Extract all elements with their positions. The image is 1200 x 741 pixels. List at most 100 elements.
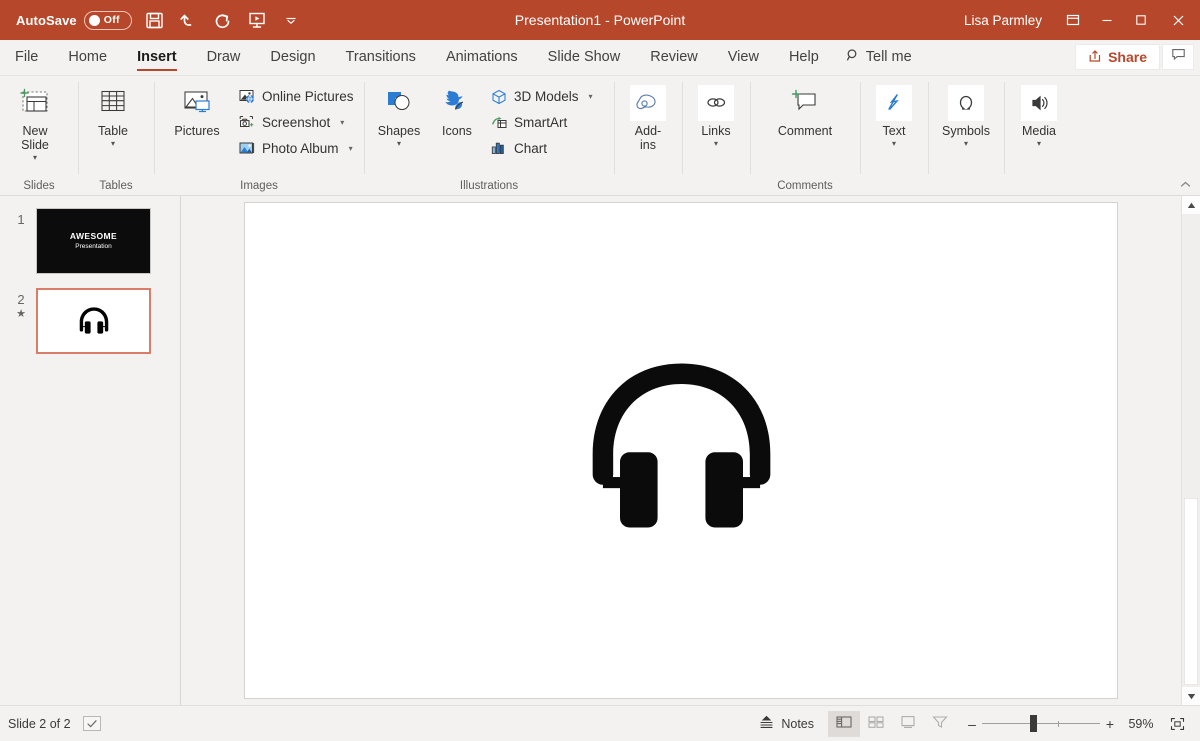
zoom-slider-track [982, 723, 1100, 725]
notes-button[interactable]: Notes [745, 711, 828, 737]
zoom-in-button[interactable]: + [1100, 716, 1120, 732]
text-label: Text [883, 124, 906, 138]
table-button[interactable]: Table ▾ [84, 81, 142, 159]
slide-show-icon [932, 715, 948, 732]
normal-view-button[interactable] [828, 711, 860, 737]
add-ins-button[interactable]: Add- ins [620, 81, 676, 159]
ribbon-group-addins: Add- ins [614, 76, 682, 196]
undo-icon[interactable] [172, 3, 206, 37]
tab-draw[interactable]: Draw [192, 39, 256, 75]
ribbon-group-label-addins [614, 176, 682, 196]
maximize-button[interactable] [1124, 0, 1158, 40]
images-small-buttons: Online Pictures Screensho [234, 81, 358, 161]
add-ins-label-line1: Add- [635, 124, 661, 138]
reading-view-button[interactable] [892, 711, 924, 737]
photo-album-dropdown-icon[interactable]: ▾ [349, 144, 353, 153]
autosave-toggle[interactable]: AutoSave Off [10, 6, 138, 34]
pictures-button[interactable]: Pictures [160, 81, 234, 159]
online-pictures-icon [238, 88, 256, 106]
ribbon-group-slides: New Slide ▾ Slides [0, 76, 78, 196]
tab-animations[interactable]: Animations [431, 39, 533, 75]
slide-indicator[interactable]: Slide 2 of 2 [8, 717, 71, 731]
add-ins-icon [630, 85, 666, 121]
chart-button[interactable]: Chart [486, 136, 597, 161]
customize-quick-access-toolbar-icon[interactable] [274, 3, 308, 37]
scrollbar-track[interactable] [1182, 214, 1200, 687]
screenshot-dropdown-icon[interactable]: ▾ [340, 118, 344, 127]
photo-album-icon [238, 140, 256, 158]
ribbon-group-links: Links ▾ [682, 76, 750, 196]
accessibility-checker-icon[interactable] [83, 716, 101, 731]
thumbnail-slide-1[interactable]: AWESOME Presentation [36, 208, 151, 274]
share-button[interactable]: Share [1075, 44, 1160, 70]
zoom-out-button[interactable]: – [962, 716, 982, 732]
redo-icon[interactable] [206, 3, 240, 37]
smartart-label: SmartArt [514, 115, 567, 130]
tab-view[interactable]: View [713, 39, 774, 75]
thumbnail-row-2[interactable]: 2 ★ [0, 288, 180, 354]
tab-home[interactable]: Home [53, 39, 122, 75]
collapse-ribbon-icon[interactable] [1176, 175, 1194, 193]
slide-canvas-area [181, 196, 1181, 705]
slide-editing-surface[interactable] [244, 202, 1118, 699]
start-presentation-icon[interactable] [240, 3, 274, 37]
headphones-icon[interactable] [579, 352, 784, 549]
smartart-button[interactable]: SmartArt [486, 110, 597, 135]
new-slide-button[interactable]: New Slide ▾ [6, 81, 64, 162]
fit-slide-to-window-icon[interactable] [1162, 711, 1192, 737]
user-name[interactable]: Lisa Parmley [964, 13, 1056, 28]
ribbon-group-illustrations: Shapes ▾ Icons [364, 76, 614, 196]
symbols-button[interactable]: Symbols ▾ [937, 81, 995, 159]
illustrations-small-buttons: 3D Models ▾ SmartArt [486, 81, 597, 161]
zoom-slider-thumb[interactable] [1030, 715, 1037, 732]
slide-thumbnail-pane[interactable]: 1 AWESOME Presentation 2 ★ [0, 196, 181, 705]
vertical-scrollbar[interactable] [1181, 196, 1200, 705]
thumbnail-row-1[interactable]: 1 AWESOME Presentation [0, 208, 180, 274]
links-dropdown-icon[interactable]: ▾ [714, 139, 718, 148]
tab-slide-show[interactable]: Slide Show [533, 39, 636, 75]
save-icon[interactable] [138, 3, 172, 37]
media-button[interactable]: Media ▾ [1010, 81, 1068, 159]
shapes-dropdown-icon[interactable]: ▾ [397, 139, 401, 148]
tab-file[interactable]: File [0, 39, 53, 75]
tab-review[interactable]: Review [635, 39, 713, 75]
tab-design[interactable]: Design [255, 39, 330, 75]
icons-button[interactable]: Icons [428, 81, 486, 159]
online-pictures-button[interactable]: Online Pictures [234, 84, 358, 109]
media-dropdown-icon[interactable]: ▾ [1037, 139, 1041, 148]
tab-help[interactable]: Help [774, 39, 834, 75]
scroll-up-arrow-icon[interactable] [1182, 196, 1200, 214]
photo-album-button[interactable]: Photo Album ▾ [234, 136, 358, 161]
new-slide-dropdown-icon[interactable]: ▾ [33, 153, 37, 162]
3d-models-icon [490, 88, 508, 106]
zoom-control[interactable]: – + 59% [956, 711, 1192, 737]
zoom-slider[interactable] [982, 711, 1100, 737]
symbols-dropdown-icon[interactable]: ▾ [964, 139, 968, 148]
thumbnail-number-2: 2 [6, 292, 36, 308]
minimize-button[interactable] [1090, 0, 1124, 40]
shapes-button[interactable]: Shapes ▾ [370, 81, 428, 159]
3d-models-button[interactable]: 3D Models ▾ [486, 84, 597, 109]
zoom-percentage[interactable]: 59% [1120, 717, 1162, 731]
table-dropdown-icon[interactable]: ▾ [111, 139, 115, 148]
autosave-state: Off [104, 14, 120, 26]
tab-transitions[interactable]: Transitions [331, 39, 431, 75]
screenshot-button[interactable]: Screenshot ▾ [234, 110, 358, 135]
thumbnail-slide-2[interactable] [36, 288, 151, 354]
text-button[interactable]: Text ▾ [866, 81, 922, 159]
comments-button[interactable] [1162, 44, 1194, 70]
autosave-switch[interactable]: Off [84, 11, 132, 30]
text-dropdown-icon[interactable]: ▾ [892, 139, 896, 148]
links-button[interactable]: Links ▾ [688, 81, 744, 159]
scroll-down-arrow-icon[interactable] [1182, 687, 1200, 705]
tell-me-search[interactable]: Tell me [834, 39, 926, 75]
chart-label: Chart [514, 141, 547, 156]
close-button[interactable] [1158, 0, 1198, 40]
scrollbar-thumb[interactable] [1184, 498, 1198, 685]
slide-show-button[interactable] [924, 711, 956, 737]
tab-insert[interactable]: Insert [122, 39, 192, 75]
ribbon-display-options-icon[interactable] [1056, 0, 1090, 40]
3d-models-dropdown-icon[interactable]: ▾ [589, 92, 593, 101]
comment-button[interactable]: Comment [768, 81, 842, 159]
slide-sorter-button[interactable] [860, 711, 892, 737]
